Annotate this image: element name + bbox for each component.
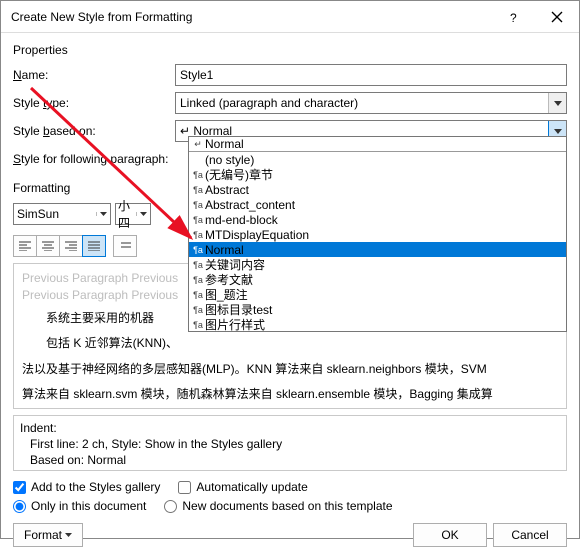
svg-text:?: ? xyxy=(510,11,517,24)
align-left-button[interactable] xyxy=(13,235,37,257)
new-documents-radio[interactable]: New documents based on this template xyxy=(164,499,392,513)
dropdown-item[interactable]: ¶a图标目录test xyxy=(189,302,566,317)
add-to-gallery-checkbox[interactable]: Add to the Styles gallery xyxy=(13,480,160,494)
style-type-combo[interactable]: Linked (paragraph and character) xyxy=(175,92,567,114)
dropdown-item[interactable]: (no style) xyxy=(189,152,566,167)
font-combo[interactable]: SimSun xyxy=(13,203,111,225)
style-description: Indent: First line: 2 ch, Style: Show in… xyxy=(13,415,567,471)
ok-button[interactable]: OK xyxy=(413,523,487,547)
create-style-dialog: Create New Style from Formatting ? Prope… xyxy=(0,0,580,539)
dropdown-item[interactable]: ¶amd-end-block xyxy=(189,212,566,227)
format-button[interactable]: Format xyxy=(13,523,83,547)
close-button[interactable] xyxy=(535,1,579,33)
titlebar: Create New Style from Formatting ? xyxy=(1,1,579,33)
help-button[interactable]: ? xyxy=(491,1,535,33)
dialog-title: Create New Style from Formatting xyxy=(11,10,491,24)
align-justify-button[interactable] xyxy=(82,235,106,257)
only-this-document-radio[interactable]: Only in this document xyxy=(13,499,146,513)
font-size-combo[interactable]: 小四 xyxy=(115,203,151,225)
based-on-dropdown-list[interactable]: ↵Normal(no style)¶a(无编号)章节¶aAbstract¶aAb… xyxy=(188,136,567,332)
dropdown-item[interactable]: ¶aAbstract xyxy=(189,182,566,197)
cancel-button[interactable]: Cancel xyxy=(493,523,567,547)
dropdown-item[interactable]: ¶a(无编号)章节 xyxy=(189,167,566,182)
dropdown-item[interactable]: ¶a图_题注 xyxy=(189,287,566,302)
chevron-down-icon[interactable] xyxy=(136,212,150,216)
dropdown-item[interactable]: ¶aMTDisplayEquation xyxy=(189,227,566,242)
properties-group-label: Properties xyxy=(13,43,567,57)
align-right-button[interactable] xyxy=(59,235,83,257)
name-input[interactable] xyxy=(175,64,567,86)
style-type-label: Style type: xyxy=(13,96,175,110)
name-label: Name: xyxy=(13,68,175,82)
chevron-down-icon[interactable] xyxy=(548,93,566,113)
style-based-on-label: Style based on: xyxy=(13,124,175,138)
dropdown-item[interactable]: ¶a关键词内容 xyxy=(189,257,566,272)
dropdown-item[interactable]: ↵Normal xyxy=(189,137,566,152)
dropdown-item[interactable]: ¶a图片行样式 xyxy=(189,317,566,332)
dropdown-item[interactable]: ¶aAbstract_content xyxy=(189,197,566,212)
chevron-down-icon[interactable] xyxy=(96,212,110,216)
following-paragraph-label: Style for following paragraph: xyxy=(13,152,175,166)
dropdown-item[interactable]: ¶aNormal xyxy=(189,242,566,257)
dropdown-item[interactable]: ¶a参考文献 xyxy=(189,272,566,287)
line-spacing-1-button[interactable] xyxy=(113,235,137,257)
auto-update-checkbox[interactable]: Automatically update xyxy=(178,480,307,494)
align-center-button[interactable] xyxy=(36,235,60,257)
